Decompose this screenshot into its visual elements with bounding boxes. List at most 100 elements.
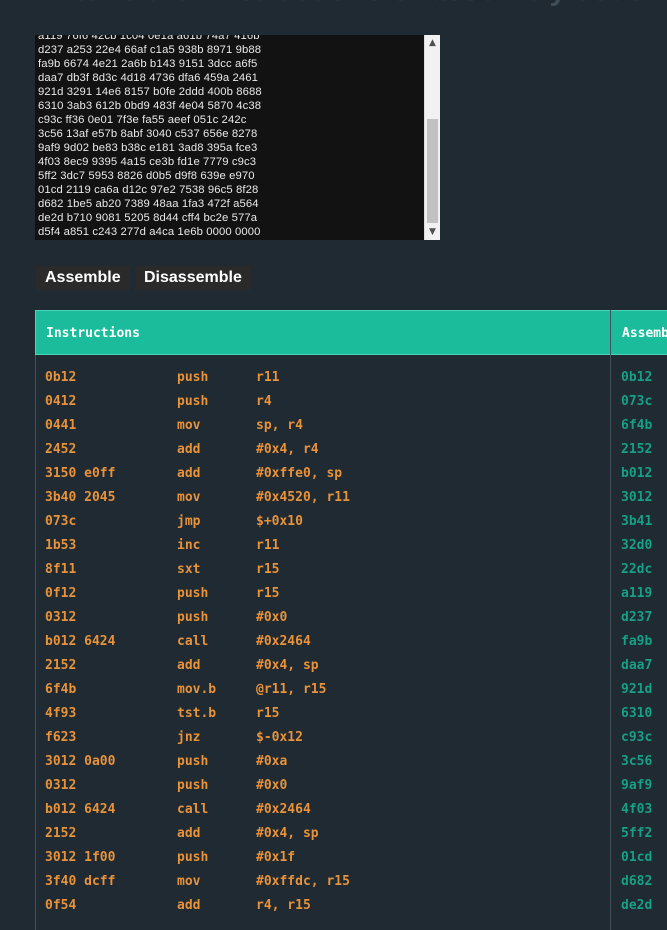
instruction-operands: r15 [256, 586, 280, 601]
instruction-operands: #0xa [256, 754, 288, 769]
instruction-operands: r4, r15 [256, 898, 311, 913]
table-row: 3012 0a00 push #0xa 3c56 [35, 750, 667, 774]
instruction-operands: r4 [256, 394, 272, 409]
assembly-code: daa7 [621, 658, 653, 673]
table-row: 2152 add #0x4, sp daa7 [35, 654, 667, 678]
assembly-code: 6f4b [621, 418, 653, 433]
instruction-code: 1b53 [45, 538, 77, 553]
disassemble-button[interactable]: Disassemble [135, 266, 251, 290]
instruction-operands: #0x0 [256, 610, 288, 625]
hex-lines: a119 76f6 42cb 1c04 0e1a a61b 74a7 416b … [38, 35, 262, 239]
textarea-scrollbar[interactable]: ▲ ▼ [424, 35, 440, 240]
scroll-up-arrow-icon[interactable]: ▲ [425, 35, 440, 51]
table-row: f623 jnz $-0x12 c93c [35, 726, 667, 750]
hex-line: d237 a253 22e4 66af c1a5 938b 8971 9b88 [38, 44, 262, 56]
table-row: 0f54 add r4, r15 de2d [35, 894, 667, 918]
instruction-mnemonic: push [177, 778, 209, 793]
instruction-mnemonic: add [177, 898, 201, 913]
assembly-code: de2d [621, 898, 653, 913]
table-row: 2452 add #0x4, r4 2152 [35, 438, 667, 462]
table-row: 4f93 tst.b r15 6310 [35, 702, 667, 726]
table-body: 0b12 push r11 0b12 0412 push r4 073c 0441 mov sp, … [35, 366, 667, 918]
instruction-code: 2152 [45, 658, 77, 673]
hex-line: c93c ff36 0e01 7f3e fa55 aeef 051c 242c [38, 114, 247, 126]
hex-line: 921d 3291 14e6 8157 b0fe 2ddd 400b 8688 [38, 86, 262, 98]
instruction-operands: r11 [256, 370, 280, 385]
instruction-code: 0441 [45, 418, 77, 433]
hex-line: fa9b 6674 4e21 2a6b b143 9151 3dcc a6f5 [38, 58, 258, 70]
assembly-code: 32d0 [621, 538, 653, 553]
instruction-operands: $+0x10 [256, 514, 303, 529]
instruction-mnemonic: add [177, 658, 201, 673]
instruction-code: f623 [45, 730, 77, 745]
table-row: 3b40 2045 mov #0x4520, r11 3012 [35, 486, 667, 510]
instruction-code: 0312 [45, 778, 77, 793]
instruction-code: b012 6424 [45, 802, 116, 817]
hex-line: 5ff2 3dc7 5953 8826 d0b5 d9f8 639e e970 [38, 170, 255, 182]
instruction-operands: #0x1f [256, 850, 296, 865]
hex-line: d5f4 a851 c243 277d a4ca 1e6b 0000 0000 [38, 226, 261, 238]
instruction-mnemonic: push [177, 850, 209, 865]
instruction-mnemonic: mov [177, 490, 201, 505]
assembly-code: 4f03 [621, 802, 653, 817]
assembly-code: 22dc [621, 562, 653, 577]
instruction-code: 0412 [45, 394, 77, 409]
instruction-mnemonic: call [177, 634, 209, 649]
table-row: b012 6424 call #0x2464 fa9b [35, 630, 667, 654]
instruction-code: 8f11 [45, 562, 77, 577]
instruction-code: 0312 [45, 610, 77, 625]
assembly-code: 3012 [621, 490, 653, 505]
table-row: 3f40 dcff mov #0xffdc, r15 d682 [35, 870, 667, 894]
instruction-operands: #0x2464 [256, 802, 311, 817]
hex-line: 3c56 13af e57b 8abf 3040 c537 656e 8278 [38, 128, 258, 140]
hex-line: 9af9 9d02 be83 b38c e181 3ad8 395a fce3 [38, 142, 258, 154]
assembly-column-header: Assembly [622, 326, 667, 341]
instruction-mnemonic: mov [177, 874, 201, 889]
hex-line: de2d b710 9081 5205 8d44 cff4 bc2e 577a [38, 212, 258, 224]
assembly-code: fa9b [621, 634, 653, 649]
assembly-code: 3c56 [621, 754, 653, 769]
instruction-mnemonic: sxt [177, 562, 201, 577]
instruction-mnemonic: jmp [177, 514, 201, 529]
hex-input-textarea[interactable]: a119 76f6 42cb 1c04 0e1a a61b 74a7 416b … [35, 35, 440, 240]
scrollbar-thumb[interactable] [427, 119, 438, 223]
instruction-mnemonic: push [177, 370, 209, 385]
assembly-code: 921d [621, 682, 653, 697]
instruction-code: 0f54 [45, 898, 77, 913]
instruction-code: 3150 e0ff [45, 466, 116, 481]
instruction-code: 3012 1f00 [45, 850, 116, 865]
scroll-down-arrow-icon[interactable]: ▼ [425, 224, 440, 240]
table-row: 0441 mov sp, r4 6f4b [35, 414, 667, 438]
assembly-code: a119 [621, 586, 653, 601]
table-row: 2152 add #0x4, sp 5ff2 [35, 822, 667, 846]
assembly-code: 9af9 [621, 778, 653, 793]
instruction-code: b012 6424 [45, 634, 116, 649]
instruction-mnemonic: inc [177, 538, 201, 553]
table-header: Instructions Assembly [35, 310, 667, 355]
instruction-code: 073c [45, 514, 77, 529]
instruction-code: 6f4b [45, 682, 77, 697]
assemble-button[interactable]: Assemble [36, 266, 130, 290]
instruction-operands: @r11, r15 [256, 682, 327, 697]
instruction-operands: sp, r4 [256, 418, 303, 433]
page-heading: Enter either instructions or assembly co… [36, 0, 655, 8]
instruction-operands: #0x2464 [256, 634, 311, 649]
table-row: 1b53 inc r11 32d0 [35, 534, 667, 558]
hex-line: 6310 3ab3 612b 0bd9 483f 4e04 5870 4c38 [38, 100, 262, 112]
hex-line: 4f03 8ec9 9395 4a15 ce3b fd1e 7779 c9c3 [38, 156, 257, 168]
assembly-code: c93c [621, 730, 653, 745]
instruction-mnemonic: add [177, 826, 201, 841]
hex-line: d682 1be5 ab20 7389 48aa 1fa3 472f a564 [38, 198, 259, 210]
hex-line: 01cd 2119 ca6a d12c 97e2 7538 96c5 8f28 [38, 184, 259, 196]
instruction-mnemonic: add [177, 466, 201, 481]
table-row: 3150 e0ff add #0xffe0, sp b012 [35, 462, 667, 486]
instruction-code: 3f40 dcff [45, 874, 116, 889]
instruction-mnemonic: push [177, 586, 209, 601]
table-row: 3012 1f00 push #0x1f 01cd [35, 846, 667, 870]
instruction-mnemonic: jnz [177, 730, 201, 745]
instruction-mnemonic: tst.b [177, 706, 217, 721]
instruction-code: 2452 [45, 442, 77, 457]
instruction-mnemonic: mov [177, 418, 201, 433]
instruction-mnemonic: mov.b [177, 682, 217, 697]
table-row: 0312 push #0x0 d237 [35, 606, 667, 630]
